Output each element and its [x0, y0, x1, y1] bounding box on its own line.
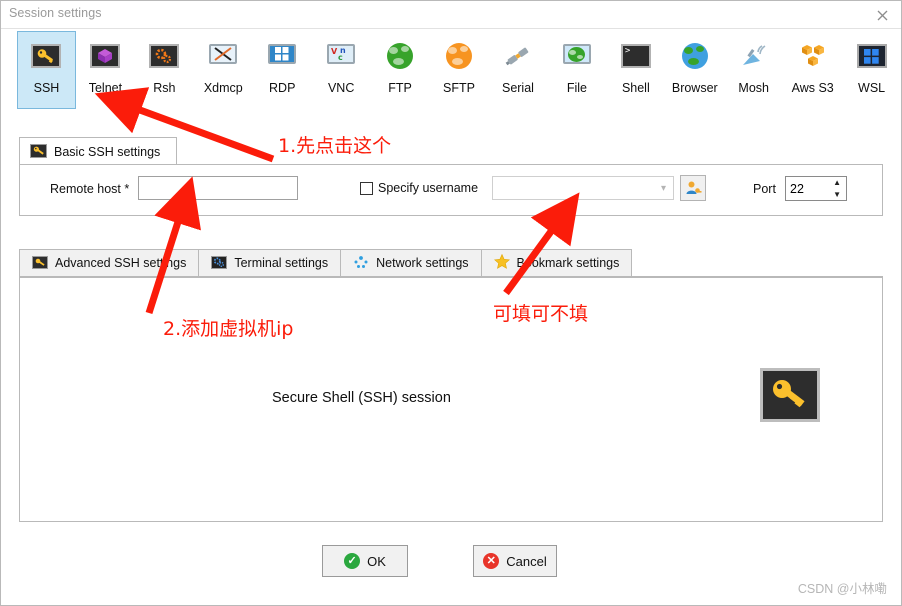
protocol-rdp[interactable]: RDP: [253, 31, 312, 109]
watermark: CSDN @小林嘞: [797, 582, 887, 596]
plug-icon: [502, 40, 534, 72]
svg-text:V: V: [331, 47, 338, 56]
protocol-label: Xdmcp: [203, 81, 243, 95]
protocol-label: WSL: [858, 81, 886, 95]
tab-basic-ssh-settings[interactable]: Basic SSH settings: [19, 137, 178, 165]
protocol-label: SSH: [33, 81, 60, 95]
protocol-browser[interactable]: Browser: [665, 31, 724, 109]
cancel-button-label: Cancel: [506, 553, 547, 569]
port-value: 22: [790, 181, 804, 196]
windows-icon: [856, 40, 888, 72]
key-icon: [760, 368, 820, 422]
user-key-button[interactable]: [680, 175, 706, 201]
file-monitor-icon: [561, 40, 593, 72]
tab-label: Network settings: [376, 256, 469, 270]
protocol-ssh[interactable]: SSH: [17, 31, 76, 109]
gear-icon: [211, 255, 228, 271]
close-icon[interactable]: [869, 4, 895, 26]
protocol-label: Mosh: [738, 81, 769, 95]
gears-icon: [148, 40, 180, 72]
key-icon: [32, 256, 48, 270]
specify-username-label: Specify username: [378, 181, 479, 195]
stepper-down-icon[interactable]: ▼: [833, 191, 841, 199]
session-type-title: Secure Shell (SSH) session: [272, 390, 451, 406]
protocol-label: RDP: [269, 81, 296, 95]
star-icon: [493, 253, 510, 272]
tab-label: Terminal settings: [234, 256, 329, 270]
port-stepper[interactable]: ▲ ▼: [833, 179, 841, 199]
protocol-vnc[interactable]: V n c VNC: [312, 31, 371, 109]
window-title: Session settings: [9, 6, 102, 20]
protocol-label: FTP: [388, 81, 412, 95]
protocol-label: File: [566, 81, 587, 95]
protocol-label: SFTP: [443, 81, 475, 95]
protocol-xdmcp[interactable]: Xdmcp: [194, 31, 253, 109]
windows-monitor-icon: [266, 40, 298, 72]
protocol-label: VNC: [327, 81, 355, 95]
sub-settings-tabstrip: Advanced SSH settings Terminal settings: [19, 249, 883, 277]
protocol-label: Telnet: [88, 81, 123, 95]
satellite-icon: [738, 40, 770, 72]
key-icon: [30, 144, 47, 159]
svg-text:c: c: [338, 53, 343, 61]
annotation-note-2: 2.添加虚拟机ip: [163, 318, 294, 340]
protocol-wsl[interactable]: WSL: [842, 31, 901, 109]
port-label: Port: [753, 182, 776, 196]
checkbox-box[interactable]: [360, 181, 373, 195]
cancel-button[interactable]: ✕ Cancel: [473, 545, 557, 577]
tab-terminal-settings[interactable]: Terminal settings: [199, 249, 342, 277]
annotation-note-3: 可填可不填: [493, 303, 589, 325]
protocol-serial[interactable]: Serial: [489, 31, 548, 109]
port-input[interactable]: 22 ▲ ▼: [785, 176, 847, 201]
tab-label: Bookmark settings: [516, 256, 620, 270]
protocol-telnet[interactable]: Telnet: [76, 31, 135, 109]
protocol-file[interactable]: File: [547, 31, 606, 109]
aws-cubes-icon: [797, 40, 829, 72]
protocol-label: Serial: [501, 81, 534, 95]
protocol-shell[interactable]: > Shell: [606, 31, 665, 109]
key-icon: [30, 40, 62, 72]
protocol-mosh[interactable]: Mosh: [724, 31, 783, 109]
basic-settings-tabstrip: Basic SSH settings: [19, 137, 883, 165]
session-content-panel: Secure Shell (SSH) session: [19, 277, 883, 522]
tab-label: Advanced SSH settings: [55, 256, 187, 270]
chevron-down-icon: ▾: [660, 182, 666, 194]
protocol-toolbar: SSH Telnet Rsh Xdmcp RDP V n c VNC FTP S…: [1, 31, 901, 115]
protocol-label: Aws S3: [791, 81, 834, 95]
specify-username-checkbox[interactable]: Specify username: [360, 181, 478, 195]
ok-button-label: OK: [367, 553, 386, 569]
stepper-up-icon[interactable]: ▲: [833, 179, 841, 187]
protocol-ftp[interactable]: FTP: [371, 31, 430, 109]
tab-network-settings[interactable]: Network settings: [341, 249, 482, 277]
protocol-sftp[interactable]: SFTP: [430, 31, 489, 109]
annotation-note-1: 1.先点击这个: [278, 135, 392, 157]
tabstrip-filler: [632, 249, 883, 277]
tab-advanced-ssh-settings[interactable]: Advanced SSH settings: [19, 249, 200, 277]
tab-bookmark-settings[interactable]: Bookmark settings: [481, 249, 633, 277]
basic-settings-panel: Remote host * Specify username ▾ Port 22…: [19, 164, 883, 216]
session-settings-dialog: Session settings SSH Telnet Rsh Xdmcp RD…: [0, 0, 902, 606]
title-bar: Session settings: [1, 1, 901, 29]
network-dots-icon: [353, 255, 369, 272]
cube-icon: [89, 40, 121, 72]
protocol-aws-s3[interactable]: Aws S3: [783, 31, 842, 109]
protocol-label: Rsh: [153, 81, 176, 95]
remote-host-label: Remote host *: [50, 182, 130, 196]
cross-icon: ✕: [483, 553, 500, 569]
check-icon: ✓: [344, 553, 361, 569]
terminal-icon: >: [620, 40, 652, 72]
remote-host-input[interactable]: [138, 176, 298, 200]
orange-globe-icon: [443, 40, 475, 72]
green-globe-icon: [384, 40, 416, 72]
protocol-label: Shell: [621, 81, 650, 95]
blue-globe-icon: [679, 40, 711, 72]
ok-button[interactable]: ✓ OK: [322, 545, 408, 577]
x-monitor-icon: [207, 40, 239, 72]
protocol-label: Browser: [671, 81, 718, 95]
protocol-rsh[interactable]: Rsh: [135, 31, 194, 109]
vnc-monitor-icon: V n c: [325, 40, 357, 72]
username-combobox[interactable]: ▾: [492, 176, 674, 200]
tab-label: Basic SSH settings: [54, 144, 161, 159]
